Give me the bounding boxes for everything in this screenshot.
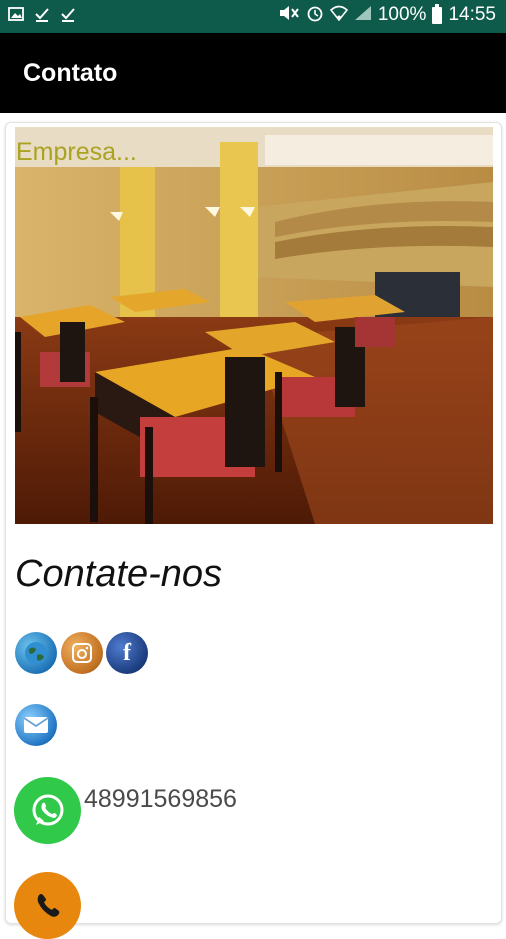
whatsapp-icon[interactable] [14,777,81,844]
globe-icon[interactable] [15,632,57,674]
status-bar: 100% 14:55 [0,0,506,33]
photo-caption: Empresa... [16,138,137,166]
contact-heading: Contate-nos [15,553,223,595]
page-title: Contato [23,59,118,87]
instagram-icon[interactable] [61,632,103,674]
battery-percent: 100% [377,4,427,25]
gallery-icon [8,6,24,22]
wifi-icon [329,5,348,25]
download-done-icon [34,6,50,22]
download-done-icon [60,6,76,22]
app-bar: Contato [0,33,506,113]
mute-icon [278,5,300,25]
email-icon[interactable] [15,704,57,746]
restaurant-photo [15,127,493,524]
clock: 14:55 [448,4,496,25]
phone-icon[interactable] [14,872,81,939]
signal-icon [354,5,372,25]
facebook-icon[interactable]: f [106,632,148,674]
battery-icon [432,3,443,24]
alarm-icon [306,4,324,26]
phone-number[interactable]: 48991569856 [84,785,237,814]
